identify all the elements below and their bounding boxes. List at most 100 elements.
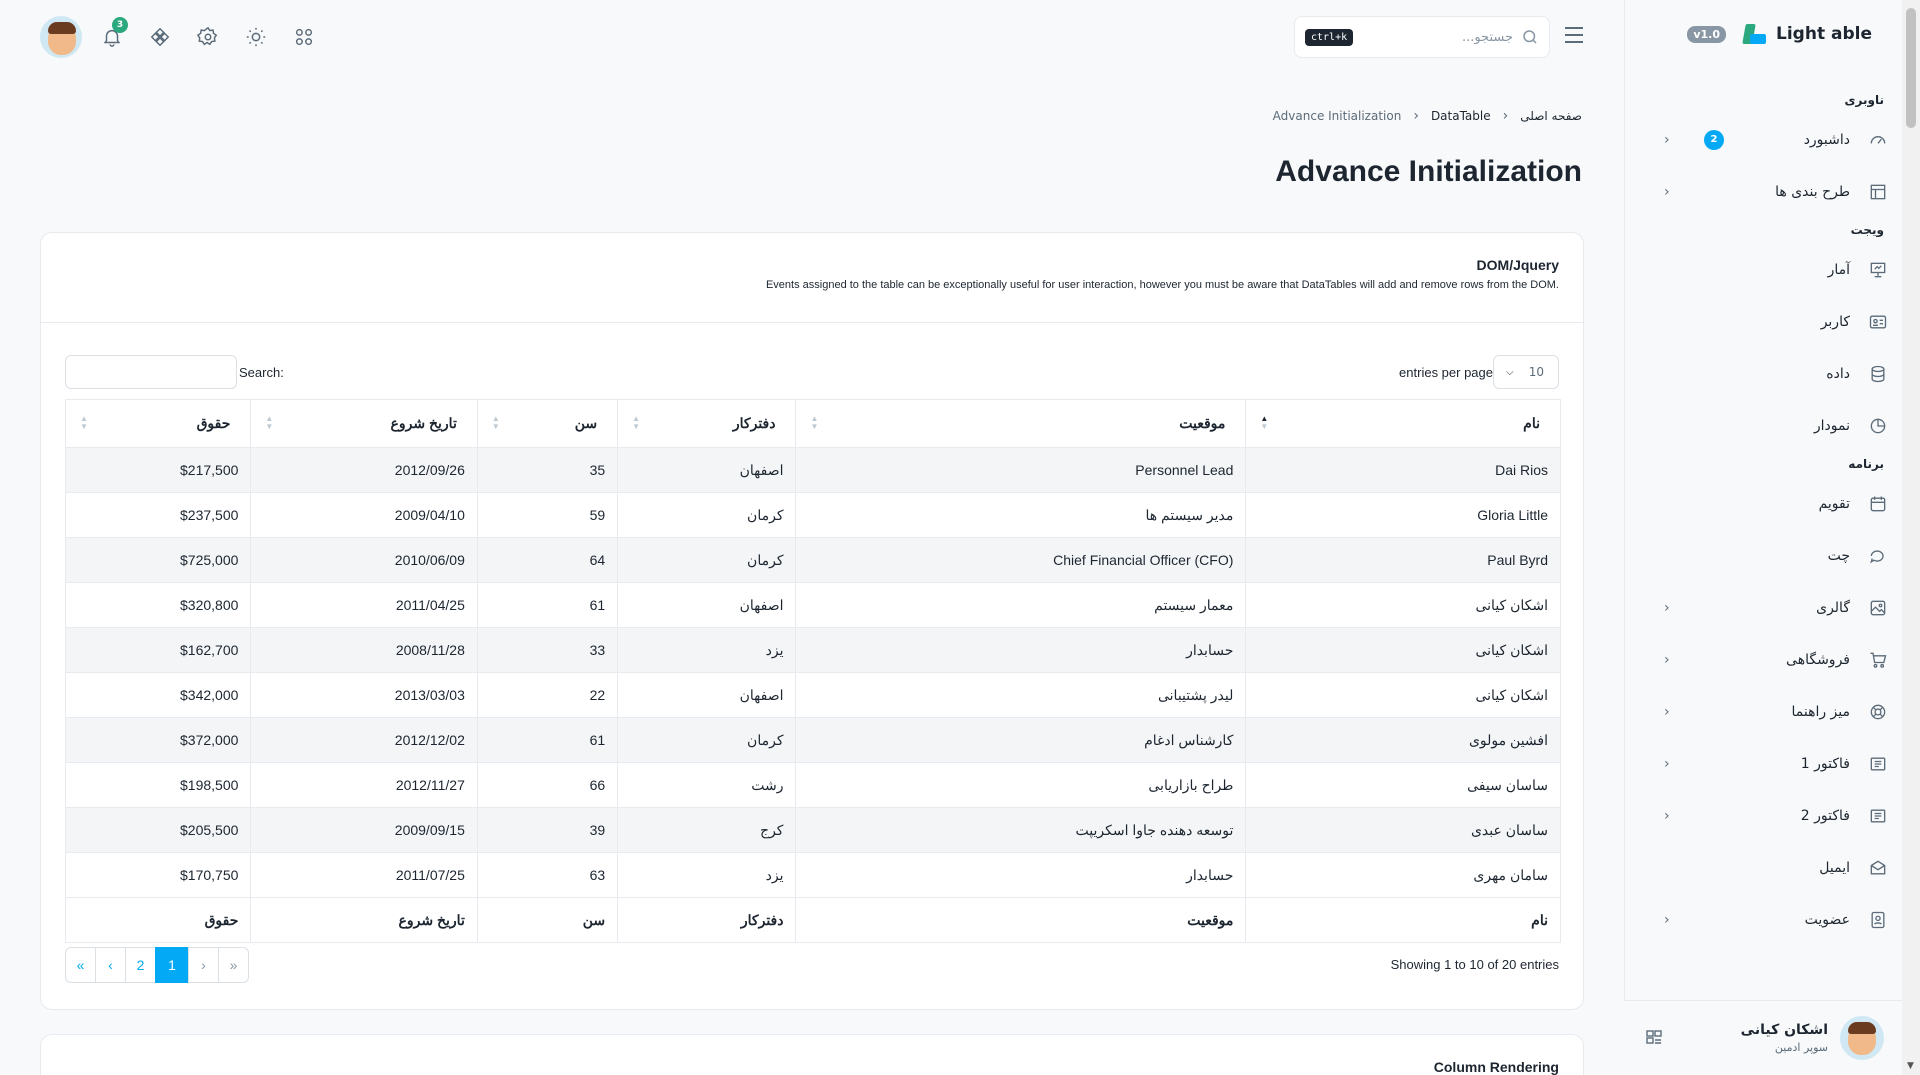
table-row: اشکان کیانی حسابدار یزد 33 2008/11/28 $162,70… xyxy=(64,627,1561,673)
sidebar-item[interactable]: فاکتور 1 ‹ xyxy=(1642,738,1902,790)
brand[interactable]: v1.0 Light able xyxy=(1687,22,1872,46)
card-title: DOM/Jquery xyxy=(1476,257,1559,273)
page-button[interactable]: › xyxy=(188,947,219,983)
table-cell: $725,000 xyxy=(64,537,252,583)
table-cell: Dai Rios xyxy=(1245,447,1561,493)
sidebar-item[interactable]: داده xyxy=(1642,348,1902,400)
sidebar-item[interactable]: ایمیل xyxy=(1642,842,1902,894)
page-button[interactable]: ‹ xyxy=(95,947,126,983)
sidebar-item[interactable]: تقویم xyxy=(1642,478,1902,530)
hamburger-icon xyxy=(1565,27,1583,43)
column-header-label: نام xyxy=(1523,415,1540,431)
table-cell: توسعه دهنده جاوا اسکریپت xyxy=(795,807,1247,853)
membership-icon xyxy=(1868,910,1888,930)
table-search: Search: xyxy=(65,355,284,389)
breadcrumb-datatable[interactable]: DataTable xyxy=(1431,109,1491,123)
column-header-label: تاریخ شروع xyxy=(390,415,457,431)
menu-toggle-button[interactable] xyxy=(1564,26,1584,48)
column-footer: تاریخ شروع xyxy=(250,897,478,943)
page-button[interactable]: « xyxy=(65,947,96,983)
apps-button[interactable] xyxy=(280,16,328,58)
invoice-icon xyxy=(1868,754,1888,774)
table-cell: اصفهان xyxy=(617,672,797,718)
user-menu-icon xyxy=(1646,1030,1662,1044)
table-row: افشین مولوی کارشناس ادغام کرمان 61 2012/12/0… xyxy=(64,717,1561,763)
column-header[interactable]: حقوق ▲ ▼ xyxy=(64,399,252,448)
column-header[interactable]: موقعیت ▲ ▼ xyxy=(795,399,1247,448)
sidebar-item-label: داشبورد xyxy=(1803,132,1850,148)
sidebar-item-label: کاربر xyxy=(1820,314,1850,330)
table-cell: 2009/04/10 xyxy=(250,492,478,538)
sidebar-item[interactable]: کاربر xyxy=(1642,296,1902,348)
components-button[interactable] xyxy=(136,16,184,58)
theme-toggle-button[interactable] xyxy=(232,16,280,58)
sidebar-item[interactable]: عضویت ‹ xyxy=(1642,894,1902,946)
user-menu-button[interactable] xyxy=(1646,1029,1662,1049)
table-search-input[interactable] xyxy=(65,355,237,389)
notifications-button[interactable]: 3 xyxy=(88,16,136,58)
breadcrumb-separator: › xyxy=(1413,108,1419,124)
sidebar-item[interactable]: نمودار xyxy=(1642,400,1902,452)
table-cell: 2013/03/03 xyxy=(250,672,478,718)
sidebar-item-label: ایمیل xyxy=(1819,860,1850,876)
global-search[interactable]: ctrl+k جستجو... xyxy=(1294,16,1550,58)
column-header-label: سن xyxy=(574,415,598,431)
table-cell: حسابدار xyxy=(795,852,1247,898)
column-header[interactable]: دفترکار ▲ ▼ xyxy=(617,399,797,448)
sidebar-item[interactable]: چت xyxy=(1642,530,1902,582)
sidebar-user-name: اشکان کیانی xyxy=(1740,1022,1828,1038)
table-cell: $342,000 xyxy=(64,672,252,718)
settings-button[interactable] xyxy=(184,16,232,58)
page-button[interactable]: » xyxy=(218,947,249,983)
search-input[interactable]: جستجو... xyxy=(1353,30,1521,45)
page-button[interactable]: 2 xyxy=(125,947,156,983)
sidebar-item[interactable]: داشبورد 2 ‹ xyxy=(1642,114,1902,166)
table-cell: 2008/11/28 xyxy=(250,627,478,673)
datatable-card: DOM/Jquery Events assigned to the table … xyxy=(40,232,1584,1010)
sidebar-item[interactable]: فروشگاهی ‹ xyxy=(1642,634,1902,686)
table-cell: اصفهان xyxy=(617,582,797,628)
table-cell: کارشناس ادغام xyxy=(795,717,1247,763)
column-header[interactable]: سن ▲ ▼ xyxy=(476,399,619,448)
sidebar-user-card[interactable]: اشکان کیانی سوپر ادمین xyxy=(1624,1000,1902,1075)
table-cell: 63 xyxy=(476,852,619,898)
chevron-left-icon: ‹ xyxy=(1664,704,1670,720)
table-cell: یزد xyxy=(617,627,797,673)
sidebar-item-label: تقویم xyxy=(1818,496,1850,512)
column-footer: موقعیت xyxy=(795,897,1247,943)
table-search-label: Search: xyxy=(239,364,284,380)
sidebar-item[interactable]: آمار xyxy=(1642,244,1902,296)
table-cell: $162,700 xyxy=(64,627,252,673)
id-card-icon xyxy=(1868,312,1888,332)
column-footer: نام xyxy=(1245,897,1561,943)
breadcrumb-home[interactable]: صفحه اصلی xyxy=(1520,109,1582,123)
dashboard-icon xyxy=(1868,130,1888,150)
entries-per-page-label: entries per page xyxy=(1399,364,1493,380)
breadcrumb-current: Advance Initialization xyxy=(1272,109,1402,123)
column-footer: سن xyxy=(476,897,619,943)
page-button[interactable]: 1 xyxy=(155,947,189,983)
sidebar-item-label: طرح بندی ها xyxy=(1775,184,1850,200)
column-header[interactable]: نام ▲ ▼ xyxy=(1245,399,1561,448)
sidebar-item[interactable]: گالری ‹ xyxy=(1642,582,1902,634)
column-header[interactable]: تاریخ شروع ▲ ▼ xyxy=(250,399,478,448)
user-avatar[interactable] xyxy=(40,16,82,58)
chevron-left-icon: ‹ xyxy=(1664,132,1670,148)
table-cell: Paul Byrd xyxy=(1245,537,1561,583)
chevron-left-icon: ‹ xyxy=(1664,808,1670,824)
sidebar-item[interactable]: میز راهنما ‹ xyxy=(1642,686,1902,738)
table-cell: کرج xyxy=(617,807,797,853)
chevron-left-icon: ‹ xyxy=(1664,912,1670,928)
sidebar-item[interactable]: طرح بندی ها ‹ xyxy=(1642,166,1902,218)
table-row: سامان مهری حسابدار یزد 63 2011/07/25 $170,750 xyxy=(64,852,1561,898)
table-row: اشکان کیانی لیدر پشتیبانی اصفهان 22 2013/03/… xyxy=(64,672,1561,718)
table-cell: 2012/11/27 xyxy=(250,762,478,808)
sidebar-item[interactable]: فاکتور 2 ‹ xyxy=(1642,790,1902,842)
table-cell: Chief Financial Officer (CFO) xyxy=(795,537,1247,583)
table-cell: رشت xyxy=(617,762,797,808)
entries-per-page-select[interactable]: ⌵ 10 xyxy=(1493,355,1559,389)
table-row: ساسان سیفی طراح بازاریابی رشت 66 2012/11/27 $… xyxy=(64,762,1561,808)
table-cell: کرمان xyxy=(617,537,797,583)
table-header-row: نام ▲ ▼ موقعیت ▲ ▼ دفترکار ▲ ▼ سن ▲ ▼ تاریخ شروع ▲ ▼ حق… xyxy=(64,399,1561,448)
sidebar-scrollbar[interactable]: ▼ xyxy=(1902,0,1920,1075)
